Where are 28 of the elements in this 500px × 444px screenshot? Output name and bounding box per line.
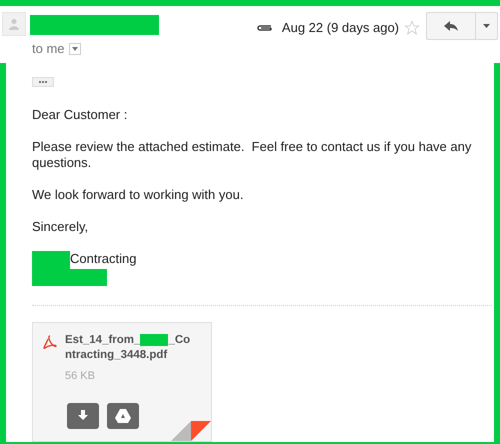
redacted-filename xyxy=(140,334,168,346)
show-trimmed-button[interactable] xyxy=(32,76,54,86)
drive-button[interactable] xyxy=(107,402,139,428)
caret-icon xyxy=(72,46,78,51)
filename-text: _Co xyxy=(168,332,190,348)
caret-icon xyxy=(483,24,490,28)
recipient-label: to me xyxy=(32,40,65,58)
pdf-icon xyxy=(43,334,57,348)
closing-text: Sincerely, xyxy=(32,218,90,234)
body-paragraph: Please review the attached estimate. Feel free to contact us if you have any questions. xyxy=(32,138,472,170)
file-size: 56 KB xyxy=(65,368,96,384)
paperclip-icon xyxy=(256,23,274,33)
body-paragraph: We look forward to working with you. xyxy=(32,186,244,202)
reply-arrow-icon xyxy=(444,21,458,31)
details-dropdown[interactable] xyxy=(68,42,81,55)
triangle-logo-icon xyxy=(115,408,131,422)
avatar-icon xyxy=(2,12,26,36)
download-arrow-icon xyxy=(78,410,88,421)
page-curl-icon xyxy=(171,420,211,440)
filename-text: Est_14_from_ xyxy=(65,332,140,348)
greeting-text: Dear Customer : xyxy=(32,106,128,122)
star-icon[interactable] xyxy=(404,20,420,36)
download-button[interactable] xyxy=(67,402,99,428)
date-label: Aug 22 (9 days ago) xyxy=(282,19,399,38)
redacted-name xyxy=(32,250,70,268)
signature-text: Contracting xyxy=(70,250,136,266)
filename-text: ntracting_3448.pdf xyxy=(65,348,168,362)
attachment-card[interactable]: Est_14_from_ _Co ntracting_3448.pdf 56 KB xyxy=(32,322,212,442)
